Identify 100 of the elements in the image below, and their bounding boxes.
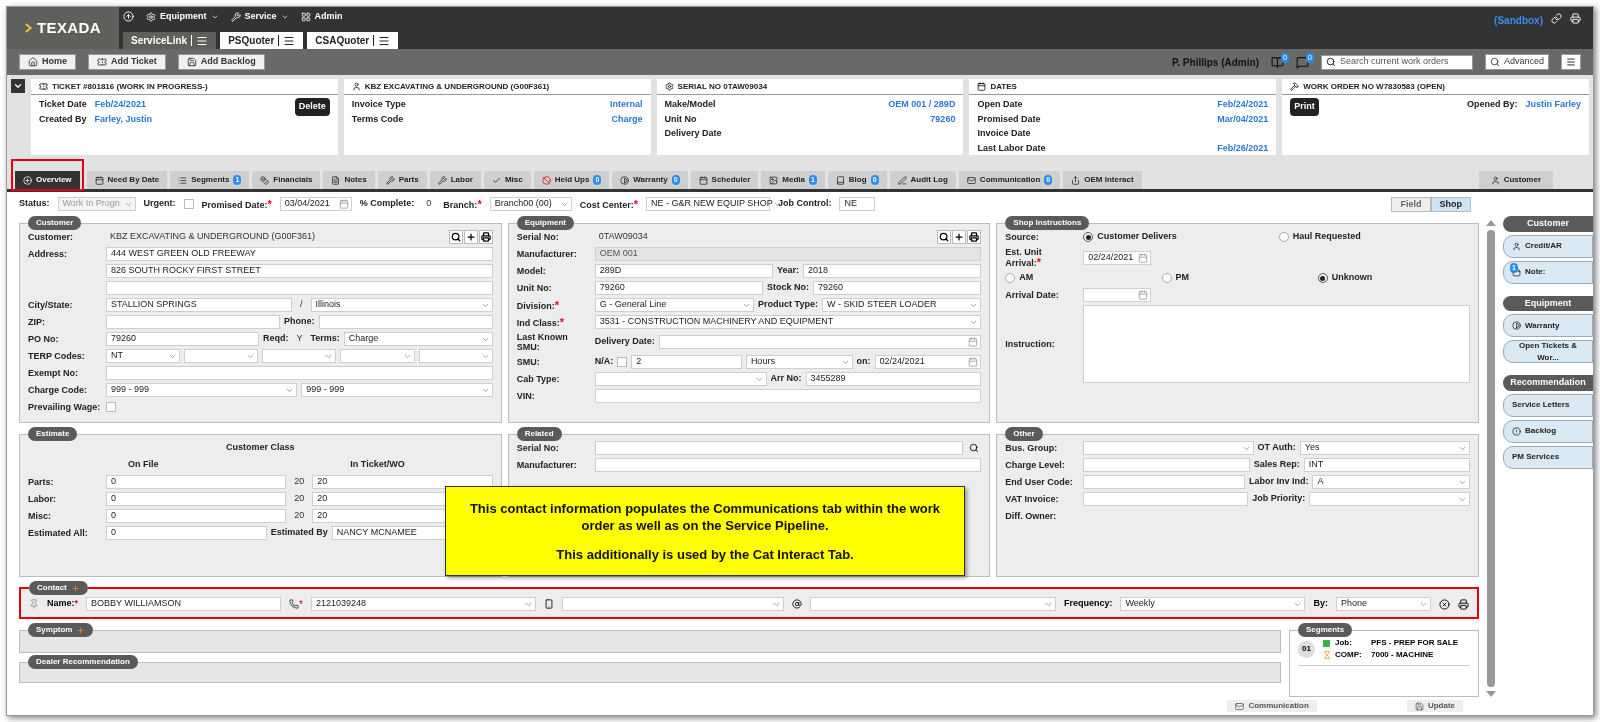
tab[interactable]: Financials (252, 171, 321, 189)
checkbox[interactable] (183, 199, 194, 209)
app-tab[interactable]: CSAQuoter (307, 32, 399, 49)
radio-option[interactable]: Haul Requested (1278, 230, 1470, 244)
text-field[interactable]: 79260 (594, 281, 763, 295)
text-field[interactable] (106, 366, 493, 380)
search-button[interactable] (937, 230, 952, 244)
date-field[interactable]: 02/24/2021 (1083, 250, 1152, 265)
dropdown[interactable]: Yes (1299, 441, 1470, 455)
menu-item[interactable]: Admin (300, 10, 343, 24)
print-button[interactable] (1458, 598, 1469, 610)
dropdown[interactable]: Weekly (1120, 597, 1306, 611)
menu-button[interactable] (1561, 54, 1581, 70)
dropdown[interactable] (1083, 441, 1254, 455)
text-field[interactable] (594, 441, 964, 455)
dropdown[interactable]: 999 - 999 (301, 383, 493, 397)
text-field[interactable] (594, 389, 982, 403)
date-field[interactable]: 03/04/2021 (279, 197, 352, 211)
view-toggle[interactable]: Shop (1430, 196, 1471, 212)
tab[interactable]: Audit Log (889, 171, 956, 189)
menu-item[interactable]: Service (230, 10, 289, 24)
tab[interactable]: Scheduler (690, 171, 759, 189)
dropdown[interactable]: Hours (745, 355, 853, 369)
dropdown[interactable]: Phone (1336, 597, 1431, 611)
text-field[interactable] (106, 281, 493, 295)
text-field[interactable]: INT (1303, 458, 1470, 472)
print-button[interactable] (478, 230, 493, 244)
text-field[interactable]: BOBBY WILLIAMSON (86, 597, 282, 611)
text-field[interactable]: 0 (106, 526, 267, 540)
text-field[interactable]: 444 WEST GREEN OLD FREEWAY (106, 247, 493, 261)
date-field[interactable] (1083, 288, 1152, 302)
add-button[interactable] (952, 230, 967, 244)
footer-button[interactable]: Update (1406, 700, 1463, 712)
text-field[interactable]: 0 (106, 475, 287, 489)
text-field[interactable]: 0 (106, 492, 287, 506)
text-field[interactable] (1083, 492, 1249, 506)
tab[interactable]: Overview (15, 171, 80, 189)
sidebar-button[interactable]: Open Tickets & Wor... (1503, 340, 1593, 363)
dropdown[interactable]: W - SKID STEER LOADER (821, 298, 982, 312)
dropdown[interactable]: 999 - 999 (106, 383, 298, 397)
tab[interactable]: Misc (483, 171, 531, 189)
logo[interactable]: TEXADA (7, 7, 119, 49)
tab[interactable]: Customer (1478, 171, 1553, 189)
tab[interactable]: Notes (323, 171, 375, 189)
text-field[interactable] (318, 315, 493, 329)
date-field[interactable] (658, 335, 982, 349)
text-field[interactable]: 826 SOUTH ROCKY FIRST STREET (106, 264, 493, 278)
dropdown[interactable]: G - General Line (594, 298, 755, 312)
text-field[interactable] (106, 315, 281, 329)
dropdown[interactable] (418, 349, 493, 363)
view-toggle[interactable]: Field (1391, 196, 1431, 212)
text-field[interactable]: 79260 (813, 281, 982, 295)
radio-option[interactable]: Unknown (1317, 271, 1470, 285)
tab[interactable]: Need By Date (86, 171, 168, 189)
dropdown[interactable]: A (1312, 475, 1470, 489)
toolbar-button[interactable]: Add Backlog (177, 54, 265, 70)
radio-option[interactable]: AM (1005, 271, 1158, 285)
checkbox[interactable] (617, 357, 628, 367)
dropdown[interactable] (1309, 492, 1470, 506)
dropdown[interactable] (262, 349, 337, 363)
text-field[interactable]: 289D (594, 264, 773, 278)
dropdown[interactable] (184, 349, 259, 363)
text-field[interactable]: 20 (312, 475, 493, 489)
toolbar-button[interactable]: Home (19, 54, 76, 70)
text-field[interactable]: 79260 (106, 332, 259, 346)
instruction-field[interactable] (1083, 305, 1470, 383)
tab[interactable]: Parts (377, 171, 427, 189)
text-field[interactable] (1083, 475, 1245, 489)
footer-button[interactable]: Communication (1227, 700, 1317, 712)
dropdown[interactable]: 3531 - CONSTRUCTION MACHINERY AND EQUIPMENT (594, 315, 982, 329)
text-field[interactable] (1083, 458, 1250, 472)
text-field[interactable]: 2 (631, 355, 742, 369)
print-button[interactable] (967, 230, 982, 244)
checkbox[interactable] (106, 402, 116, 412)
text-field[interactable] (594, 458, 982, 472)
tab[interactable]: Labor (429, 171, 481, 189)
dropdown[interactable] (809, 597, 1056, 611)
search-button[interactable] (448, 230, 463, 244)
app-tab[interactable]: ServiceLink (123, 32, 217, 49)
toolbar-button[interactable]: Add Ticket (88, 54, 166, 70)
dropdown[interactable]: 2121039248 (310, 597, 536, 611)
collapse-button[interactable] (11, 79, 25, 93)
text-field[interactable]: 0 (106, 509, 287, 523)
menu-item[interactable]: Equipment (146, 10, 219, 24)
dropdown[interactable]: Illinois (310, 298, 493, 312)
sidebar-button[interactable]: Credit/AR (1503, 234, 1593, 258)
date-field[interactable]: 02/24/2021 (874, 355, 982, 369)
dropdown[interactable]: NT (106, 349, 181, 363)
environment-link[interactable]: (Sandbox) (1494, 13, 1543, 28)
dropdown[interactable]: Branch00 (00) (489, 197, 572, 211)
print-button[interactable]: Print (1290, 98, 1319, 116)
dropdown[interactable] (594, 372, 767, 386)
dropdown[interactable] (340, 349, 415, 363)
clear-button[interactable] (1439, 598, 1450, 610)
dropdown[interactable]: Charge (343, 332, 493, 346)
sidebar-button[interactable]: Service Letters (1503, 393, 1593, 417)
text-field[interactable]: NE (839, 197, 876, 211)
sidebar-button[interactable]: Backlog (1503, 419, 1593, 443)
app-tab[interactable]: PSQuoter (220, 32, 304, 49)
radio-option[interactable]: PM (1161, 271, 1314, 285)
